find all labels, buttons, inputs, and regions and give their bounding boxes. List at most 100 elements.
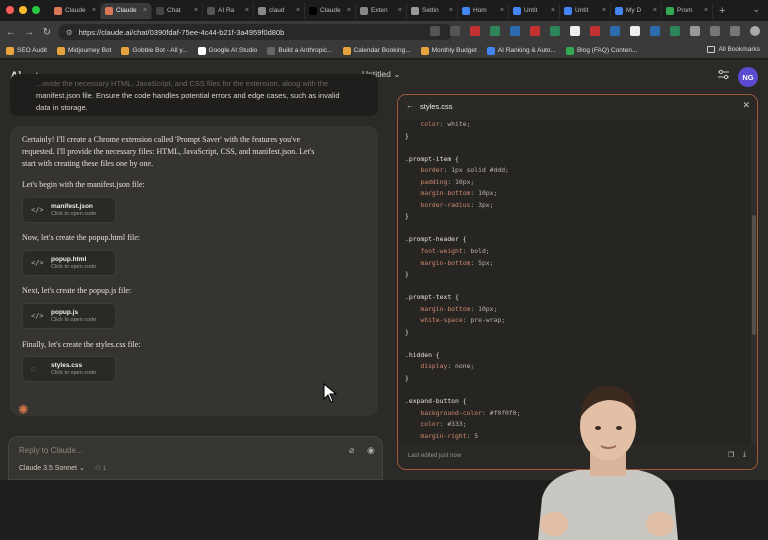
attach-icon[interactable]: ⌀ bbox=[349, 445, 354, 456]
tab-favicon-icon bbox=[462, 6, 470, 15]
extension-icon[interactable] bbox=[650, 26, 660, 36]
tab-close-icon[interactable]: × bbox=[92, 7, 96, 14]
artifact-hint: Click to open code bbox=[51, 370, 97, 376]
window-controls bbox=[6, 6, 40, 14]
tab-close-icon[interactable]: × bbox=[194, 7, 198, 14]
assistant-paragraph: Let's begin with the manifest.json file: bbox=[22, 180, 145, 189]
artifact-card-popup-html[interactable]: </> popup.html Click to open code bbox=[22, 250, 116, 276]
bookmark-item[interactable]: SEO Audit bbox=[6, 46, 47, 55]
bookmark-favicon-icon bbox=[565, 46, 574, 55]
extension-icon[interactable] bbox=[510, 26, 520, 36]
browser-tab[interactable]: claud × bbox=[254, 2, 305, 19]
tab-close-icon[interactable]: × bbox=[449, 7, 453, 14]
capture-icon[interactable]: ◉ bbox=[367, 445, 375, 456]
browser-tab[interactable]: Untit × bbox=[560, 2, 611, 19]
bookmark-item[interactable]: Blog (FAQ) Conten... bbox=[565, 46, 637, 55]
download-icon[interactable]: ⤓ bbox=[743, 451, 746, 459]
maximize-window-button[interactable] bbox=[32, 6, 40, 14]
claude-app: A\ + Untitled ⌄ NG ...ovide the necessar… bbox=[0, 60, 768, 540]
code-line: margin-bottom: 10px; bbox=[420, 189, 498, 198]
back-arrow-icon[interactable]: ← bbox=[406, 101, 414, 110]
extension-icon[interactable] bbox=[570, 26, 580, 36]
extension-icon[interactable] bbox=[630, 26, 640, 36]
browser-tab[interactable]: My D × bbox=[611, 2, 662, 19]
scrollbar[interactable] bbox=[752, 215, 756, 335]
close-icon[interactable]: ✕ bbox=[742, 100, 750, 111]
bookmark-item[interactable]: Calendar Booking... bbox=[342, 46, 411, 55]
tab-search-icon[interactable]: ⌄ bbox=[752, 4, 760, 15]
extension-icon[interactable] bbox=[670, 26, 680, 36]
bookmark-item[interactable]: Midjourney Bot bbox=[57, 46, 111, 55]
tab-label: Prom bbox=[677, 7, 693, 14]
browser-tab[interactable]: Exten × bbox=[356, 2, 407, 19]
artifact-card-styles-css[interactable]: ◌ styles.css Click to open code bbox=[22, 356, 116, 382]
copy-icon[interactable]: ❐ bbox=[728, 451, 734, 459]
tab-label: Untit bbox=[524, 7, 538, 14]
address-bar[interactable]: ⚙ https://claude.ai/chat/0390fdaf-75ee-4… bbox=[58, 24, 453, 40]
browser-tab[interactable]: Claude × bbox=[305, 2, 356, 19]
extension-icon[interactable] bbox=[550, 26, 560, 36]
tab-close-icon[interactable]: × bbox=[653, 7, 657, 14]
extension-icon[interactable] bbox=[490, 26, 500, 36]
tab-close-icon[interactable]: × bbox=[704, 7, 708, 14]
browser-tab[interactable]: AI Ra × bbox=[203, 2, 254, 19]
tab-close-icon[interactable]: × bbox=[143, 7, 147, 14]
browser-tab[interactable]: Hom × bbox=[458, 2, 509, 19]
minimize-window-button[interactable] bbox=[19, 6, 27, 14]
new-tab-icon[interactable]: + bbox=[719, 5, 725, 17]
code-icon: </> bbox=[31, 259, 44, 267]
browser-tab[interactable]: Untit × bbox=[509, 2, 560, 19]
sidebar-icon[interactable] bbox=[730, 26, 740, 36]
download-icon[interactable] bbox=[710, 26, 720, 36]
user-message: ...ovide the necessary HTML, JavaScript,… bbox=[10, 74, 378, 116]
tab-label: Claude bbox=[116, 7, 137, 14]
reply-input[interactable]: Reply to Claude... bbox=[19, 446, 83, 455]
browser-tab[interactable]: Prom × bbox=[662, 2, 713, 19]
close-window-button[interactable] bbox=[6, 6, 14, 14]
bookmark-item[interactable]: Monthly Budget bbox=[420, 46, 477, 55]
sliders-icon[interactable] bbox=[717, 69, 730, 80]
extension-icon[interactable] bbox=[590, 26, 600, 36]
bookmark-favicon-icon bbox=[342, 46, 351, 55]
artifact-name: manifest.json bbox=[51, 203, 93, 210]
model-selector[interactable]: Claude 3.5 Sonnet ⌄ bbox=[19, 464, 85, 472]
bookmark-item[interactable]: Google AI Studio bbox=[197, 46, 257, 55]
tab-close-icon[interactable]: × bbox=[398, 7, 402, 14]
tab-close-icon[interactable]: × bbox=[245, 7, 249, 14]
code-icon: </> bbox=[31, 312, 44, 320]
tab-close-icon[interactable]: × bbox=[500, 7, 504, 14]
browser-tab[interactable]: Claude × bbox=[50, 2, 101, 19]
tab-close-icon[interactable]: × bbox=[296, 7, 300, 14]
bookmark-favicon-icon bbox=[6, 46, 14, 55]
avatar[interactable]: NG bbox=[738, 67, 758, 87]
artifact-card-popup-js[interactable]: </> popup.js Click to open code bbox=[22, 303, 116, 329]
bookmark-star-icon[interactable] bbox=[450, 26, 460, 36]
artifact-card-manifest[interactable]: </> manifest.json Click to open code bbox=[22, 197, 116, 223]
extension-icon[interactable] bbox=[530, 26, 540, 36]
bookmark-item[interactable]: Gobble Bot - All y... bbox=[121, 46, 188, 55]
reload-icon[interactable]: ↻ bbox=[42, 27, 52, 38]
site-info-icon[interactable]: ⚙ bbox=[66, 28, 73, 37]
tab-list: Claude × Claude × Chat × AI Ra × claud × Claude × Ex… bbox=[50, 2, 713, 19]
browser-tab[interactable]: Chat × bbox=[152, 2, 203, 19]
style-selector[interactable]: ⚇ 1 bbox=[95, 464, 106, 472]
code-icon: </> bbox=[31, 206, 44, 214]
puzzle-icon[interactable] bbox=[690, 26, 700, 36]
tab-close-icon[interactable]: × bbox=[602, 7, 606, 14]
all-bookmarks-button[interactable]: All Bookmarks bbox=[707, 46, 760, 53]
browser-tab[interactable]: Settin × bbox=[407, 2, 458, 19]
browser-tab[interactable]: Claude × bbox=[101, 2, 152, 19]
back-icon[interactable]: ← bbox=[6, 27, 16, 38]
reply-composer[interactable]: Reply to Claude... Claude 3.5 Sonnet ⌄ ⚇… bbox=[8, 436, 383, 480]
profile-icon[interactable] bbox=[750, 26, 760, 36]
bookmark-item[interactable]: AI Ranking & Auto... bbox=[486, 46, 556, 55]
extension-icon[interactable] bbox=[610, 26, 620, 36]
tab-close-icon[interactable]: × bbox=[347, 7, 351, 14]
bookmark-item[interactable]: Build a Anthropic... bbox=[267, 46, 333, 55]
extension-icon[interactable] bbox=[470, 26, 480, 36]
tab-close-icon[interactable]: × bbox=[551, 7, 555, 14]
install-icon[interactable] bbox=[430, 26, 440, 36]
tab-label: Claude bbox=[320, 7, 341, 14]
forward-icon[interactable]: → bbox=[24, 27, 34, 38]
code-line: padding: 10px; bbox=[420, 177, 475, 186]
